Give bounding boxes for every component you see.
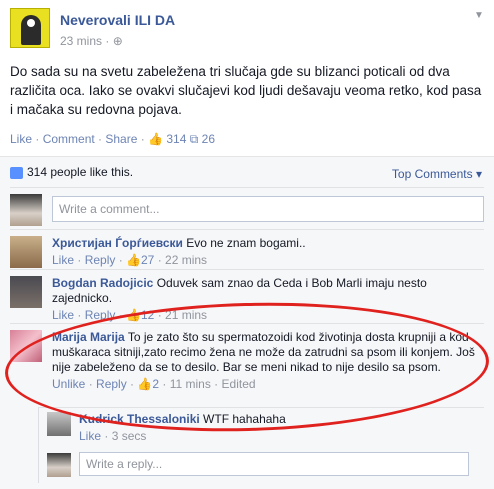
comment-author[interactable]: Bogdan Radojicic bbox=[52, 276, 153, 290]
comment-time[interactable]: 11 mins bbox=[170, 377, 211, 391]
comment-button[interactable]: Comment bbox=[43, 132, 95, 146]
reply-time[interactable]: 3 secs bbox=[112, 429, 147, 443]
likes-summary-text[interactable]: 314 people like this. bbox=[27, 165, 133, 179]
avatar[interactable] bbox=[10, 330, 42, 362]
reply-body: Kudrick Thessaloniki WTF hahahaha Like ·… bbox=[79, 412, 478, 444]
post-time[interactable]: 23 mins bbox=[60, 34, 102, 48]
caret-down-icon: ▾ bbox=[475, 167, 482, 181]
post-header: Neverovali ILI DA 23 mins · ⊕ ▼ bbox=[10, 8, 484, 50]
comment-reply-button[interactable]: Reply bbox=[96, 377, 127, 391]
page-name[interactable]: Neverovali ILI DA bbox=[60, 12, 175, 28]
comment-edited[interactable]: Edited bbox=[222, 377, 256, 391]
avatar[interactable] bbox=[10, 236, 42, 268]
comment-item: Христијан Ѓорѓиевски Evo ne znam bogami.… bbox=[10, 229, 484, 271]
comment-meta: Unlike · Reply · 👍2 · 11 mins · Edited bbox=[52, 377, 256, 391]
thumbs-up-icon: 👍 bbox=[148, 132, 164, 146]
comment-body: Marija Marija To je zato što su spermato… bbox=[52, 330, 478, 392]
comment-meta: Like · Reply · 👍12 · 21 mins bbox=[52, 308, 208, 322]
comment-body: Bogdan Radojicic Oduvek sam znao da Ceda… bbox=[52, 276, 478, 323]
reply-text: WTF hahahaha bbox=[203, 412, 286, 426]
post-share-count[interactable]: 26 bbox=[202, 132, 215, 146]
comments-section: 314 people like this. Top Comments ▾ Wri… bbox=[0, 156, 494, 489]
thumbs-up-icon bbox=[10, 166, 23, 179]
reply-item: Kudrick Thessaloniki WTF hahahaha Like ·… bbox=[38, 407, 484, 447]
thumbs-up-icon: 👍 bbox=[137, 377, 153, 391]
comment-meta: Like · Reply · 👍27 · 22 mins bbox=[52, 253, 208, 267]
page-avatar[interactable] bbox=[10, 8, 50, 48]
reply-meta: Like · 3 secs bbox=[79, 429, 147, 443]
share-icon: ⧉ bbox=[189, 132, 199, 146]
write-reply-row: Write a reply... bbox=[38, 447, 484, 483]
comment-reply-button[interactable]: Reply bbox=[85, 253, 116, 267]
reply-like-button[interactable]: Like bbox=[79, 429, 101, 443]
avatar[interactable] bbox=[10, 276, 42, 308]
comment-like-button[interactable]: Like bbox=[52, 308, 74, 322]
avatar[interactable] bbox=[47, 412, 71, 436]
sort-dropdown[interactable]: Top Comments ▾ bbox=[392, 167, 482, 181]
comment-item: Marija Marija To je zato što su spermato… bbox=[10, 323, 484, 407]
thumbs-up-icon: 👍 bbox=[126, 308, 141, 322]
thumbs-up-icon: 👍 bbox=[126, 253, 141, 267]
comment-time[interactable]: 22 mins bbox=[165, 253, 207, 267]
globe-icon: ⊕ bbox=[112, 34, 123, 48]
comment-body: Христијан Ѓорѓиевски Evo ne znam bogami.… bbox=[52, 236, 478, 268]
comment-reply-button[interactable]: Reply bbox=[85, 308, 116, 322]
like-button[interactable]: Like bbox=[10, 132, 32, 146]
comment-author[interactable]: Христијан Ѓорѓиевски bbox=[52, 236, 183, 250]
comment-text: Evo ne znam bogami.. bbox=[186, 236, 306, 250]
avatar bbox=[47, 453, 71, 477]
comment-item: Bogdan Radojicic Oduvek sam znao da Ceda… bbox=[10, 269, 484, 323]
reply-author[interactable]: Kudrick Thessaloniki bbox=[79, 412, 200, 426]
likes-summary: 314 people like this. bbox=[10, 165, 133, 179]
post-like-count[interactable]: 314 bbox=[166, 132, 186, 146]
comment-like-button[interactable]: Like bbox=[52, 253, 74, 267]
comment-like-count[interactable]: 27 bbox=[141, 253, 154, 267]
chevron-down-icon[interactable]: ▼ bbox=[474, 10, 484, 21]
comment-author[interactable]: Marija Marija bbox=[52, 330, 125, 344]
reply-input[interactable]: Write a reply... bbox=[79, 452, 469, 476]
avatar bbox=[10, 194, 42, 226]
post-actions: Like · Comment · Share · 👍 314 ⧉ 26 bbox=[10, 132, 216, 146]
comment-input[interactable]: Write a comment... bbox=[52, 196, 484, 222]
share-button[interactable]: Share bbox=[105, 132, 137, 146]
comment-time[interactable]: 21 mins bbox=[165, 308, 207, 322]
post-meta: 23 mins · ⊕ bbox=[60, 34, 123, 48]
sort-label: Top Comments bbox=[391, 167, 473, 181]
comment-like-count[interactable]: 2 bbox=[152, 377, 159, 391]
comment-like-count[interactable]: 12 bbox=[141, 308, 154, 322]
comment-unlike-button[interactable]: Unlike bbox=[52, 377, 85, 391]
write-comment-row: Write a comment... bbox=[10, 187, 484, 229]
post-text: Do sada su na svetu zabeležena tri sluča… bbox=[10, 64, 482, 117]
